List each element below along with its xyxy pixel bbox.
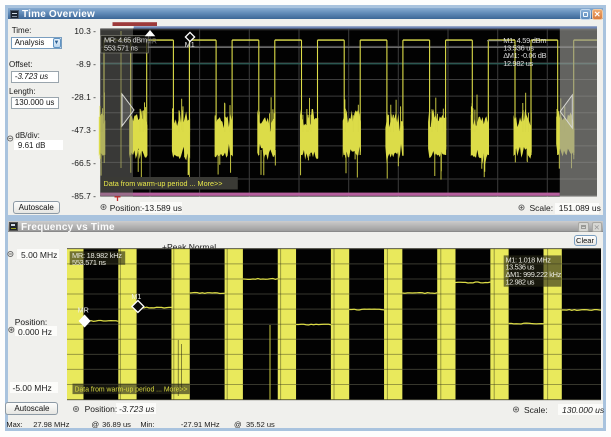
svg-text:Data from warm-up period ... M: Data from warm-up period ... More>> xyxy=(75,385,188,394)
svg-text:553.571 ns: 553.571 ns xyxy=(72,258,106,267)
svg-text:M1: M1 xyxy=(131,292,141,301)
svg-text:12.982 us: 12.982 us xyxy=(506,278,535,287)
svg-text:Data from warm-up period ... M: Data from warm-up period ... More>> xyxy=(104,179,224,188)
svg-text:MR: MR xyxy=(78,306,89,315)
svg-text:M1: M1 xyxy=(185,40,195,49)
svg-text:12.982 us: 12.982 us xyxy=(503,59,533,68)
svg-text:MR: MR xyxy=(146,39,157,46)
svg-text:553.571 ns: 553.571 ns xyxy=(104,43,138,52)
